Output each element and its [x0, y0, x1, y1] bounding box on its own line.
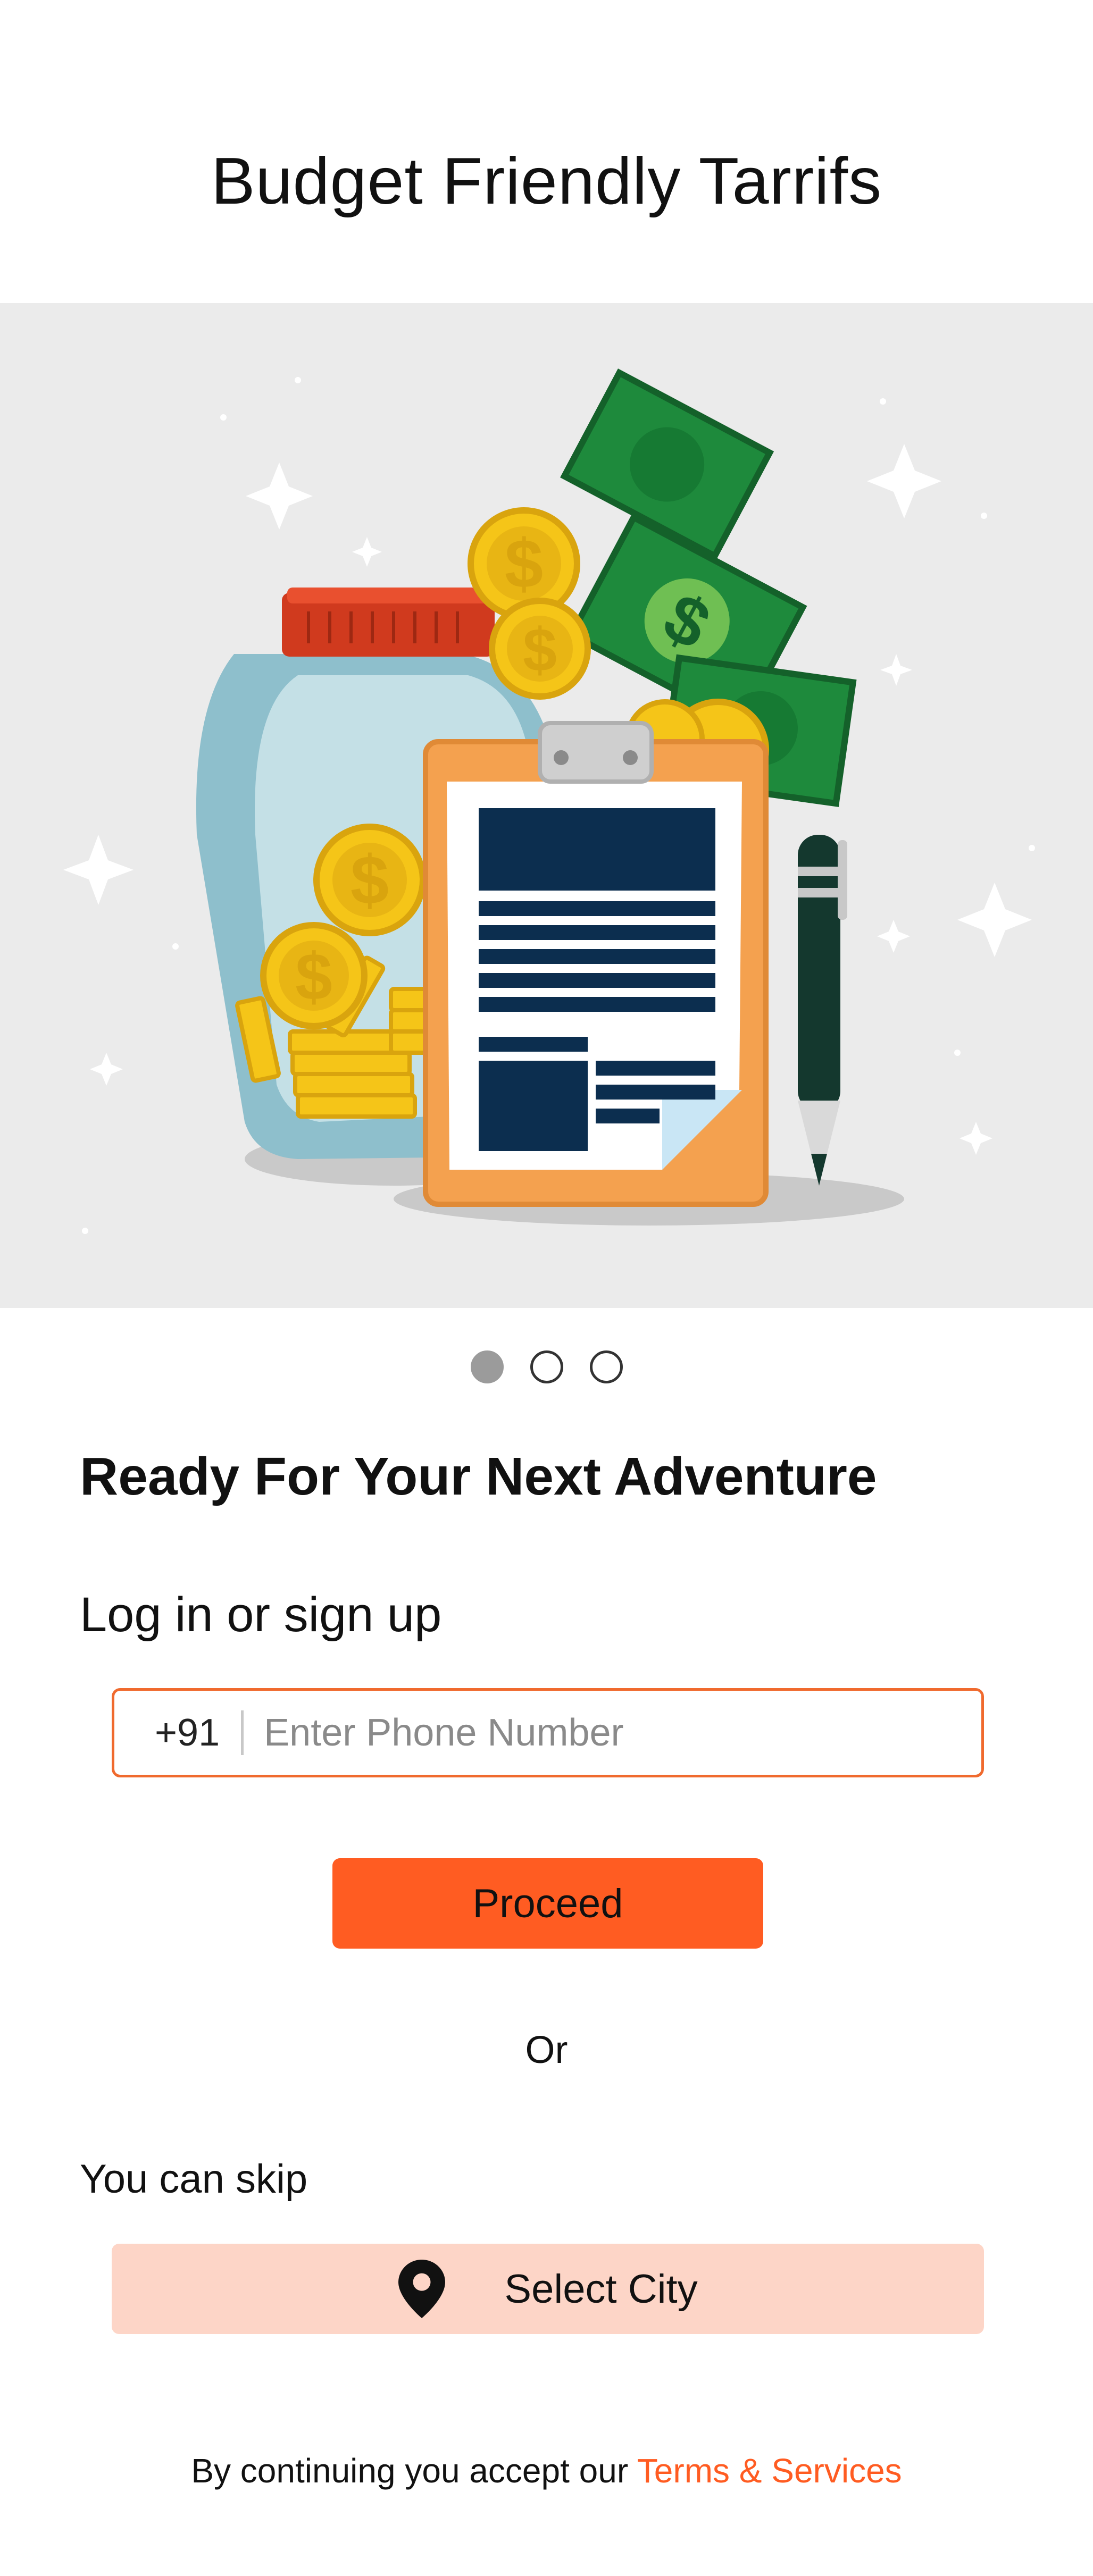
terms-link[interactable]: Terms & Services — [637, 2452, 902, 2490]
money-jar-clipboard-illustration: $ $ $ $ $ — [63, 368, 1035, 1234]
terms-prefix: By continuing you accept our — [191, 2452, 629, 2490]
svg-text:$: $ — [295, 940, 332, 1014]
terms-footer: By continuing you accept our Terms & Ser… — [0, 2451, 1093, 2490]
phone-field: +91 — [112, 1688, 984, 1777]
select-city-label: Select City — [504, 2266, 698, 2312]
phone-input[interactable] — [263, 1710, 981, 1755]
skip-label: You can skip — [80, 2157, 308, 2202]
svg-text:$: $ — [351, 841, 389, 919]
carousel-dots — [0, 1350, 1093, 1383]
login-subheading: Log in or sign up — [80, 1588, 442, 1642]
carousel-dot-1[interactable] — [470, 1350, 504, 1383]
hero-banner: $ $ $ $ $ — [0, 303, 1093, 1308]
carousel-dot-2[interactable] — [530, 1350, 563, 1383]
location-pin-icon — [398, 2260, 446, 2318]
carousel-dot-3[interactable] — [589, 1350, 623, 1383]
adventure-headline: Ready For Your Next Adventure — [80, 1447, 877, 1506]
svg-text:$: $ — [523, 616, 557, 684]
proceed-button[interactable]: Proceed — [332, 1858, 763, 1949]
or-divider-label: Or — [525, 2029, 568, 2071]
country-code[interactable]: +91 — [155, 1711, 220, 1755]
field-divider — [241, 1710, 244, 1755]
select-city-button[interactable]: Select City — [112, 2244, 984, 2334]
svg-text:$: $ — [505, 525, 543, 602]
page-title: Budget Friendly Tarrifs — [211, 145, 882, 218]
